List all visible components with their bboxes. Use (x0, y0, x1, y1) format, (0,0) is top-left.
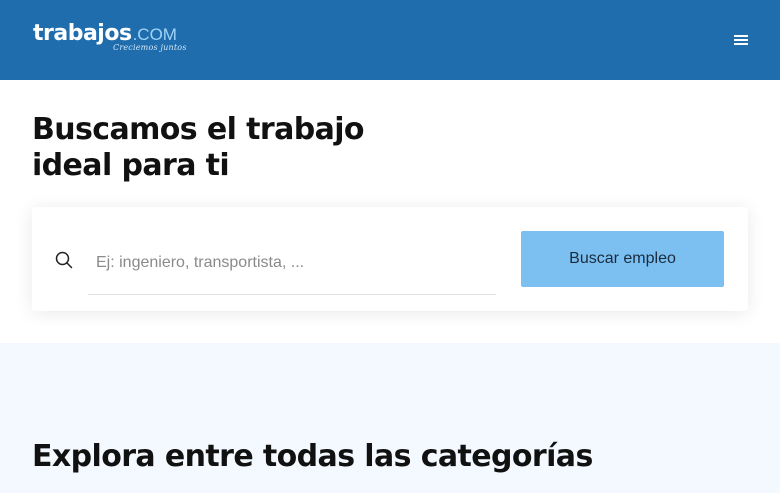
search-job-button[interactable]: Buscar empleo (521, 231, 724, 287)
menu-button[interactable] (728, 28, 754, 52)
categories-title: Explora entre todas las categorías (32, 439, 593, 474)
hero-title: Buscamos el trabajo ideal para ti (32, 112, 365, 183)
search-input[interactable] (88, 231, 496, 295)
site-logo[interactable]: trabajos .COM Creciemos juntos (33, 22, 187, 58)
search-card: Buscar empleo (32, 207, 748, 311)
site-header: trabajos .COM Creciemos juntos (0, 0, 780, 80)
logo-tagline: Creciemos juntos (113, 43, 187, 52)
hamburger-menu-icon (734, 35, 748, 45)
search-icon (55, 251, 73, 269)
